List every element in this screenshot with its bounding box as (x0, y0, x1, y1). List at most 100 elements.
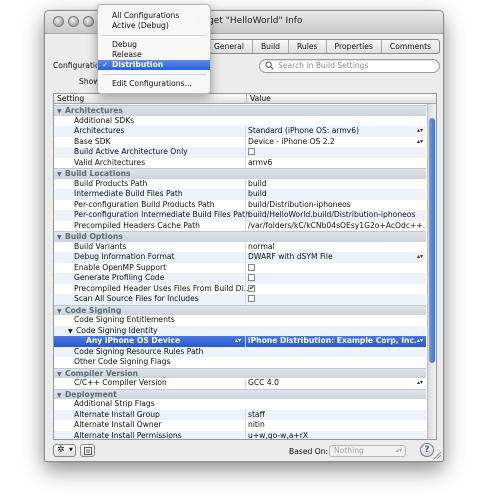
setting-value[interactable] (245, 147, 426, 158)
setting-value[interactable]: build (245, 189, 426, 200)
setting-value[interactable]: build/HelloWorld.build/Distribution-ipho… (245, 210, 426, 221)
setting-row[interactable]: Additional Strip Flags (54, 399, 426, 410)
group-row[interactable]: ▼ Code Signing (54, 304, 426, 315)
setting-value[interactable]: GCC 4.0 ▴▾ (245, 378, 426, 389)
tab-rules[interactable]: Rules (288, 40, 326, 53)
setting-row[interactable]: C/C++ Compiler Version GCC 4.0 ▴▾ (54, 378, 426, 389)
setting-row[interactable]: Base SDK Device - iPhone OS 2.2 ▴▾ (54, 136, 426, 148)
updown-arrows-icon[interactable]: ▴▾ (417, 336, 423, 347)
setting-row[interactable]: Generate Profiling Code (54, 273, 426, 284)
action-menu-button[interactable]: ✲ ▼ (53, 444, 76, 457)
tab-bar: General Build Rules Properties Comments (205, 39, 441, 54)
setting-name-text: Build Active Architecture Only (74, 147, 188, 156)
menu-item-distribution[interactable]: ✓ Distribution (98, 60, 210, 70)
tab-general[interactable]: General (206, 40, 252, 53)
checkbox[interactable] (248, 284, 255, 293)
setting-value[interactable]: armv6 (245, 157, 426, 168)
updown-arrows-icon[interactable]: ▴▾ (417, 378, 423, 389)
setting-row[interactable]: Other Code Signing Flags (54, 357, 426, 368)
minimize-window-icon[interactable] (68, 16, 79, 27)
setting-value[interactable] (245, 273, 426, 284)
tab-comments[interactable]: Comments (380, 40, 439, 53)
vertical-scrollbar[interactable] (427, 104, 436, 439)
setting-value-text: normal (248, 241, 275, 251)
setting-value[interactable]: DWARF with dSYM File ▴▾ (245, 252, 426, 263)
setting-row[interactable]: Additional SDKs (54, 116, 426, 127)
magnifier-icon (265, 61, 274, 70)
setting-value[interactable]: iPhone Distribution: Example Corp, Inc. ▴… (245, 336, 426, 347)
setting-row[interactable]: Scan All Source Files for Includes (54, 294, 426, 305)
setting-row[interactable]: Code Signing Resource Rules Path (54, 346, 426, 357)
menu-item-debug[interactable]: Debug (98, 40, 210, 50)
setting-row[interactable]: Precompiled Header Uses Files From Build… (54, 283, 426, 294)
setting-row[interactable]: Per-configuration Intermediate Build Fil… (54, 210, 426, 221)
setting-row[interactable]: Architectures Standard (iPhone OS: armv6)… (54, 126, 426, 137)
tab-properties[interactable]: Properties (325, 40, 381, 53)
setting-value-text: iPhone Distribution: Example Corp, Inc. (248, 336, 417, 345)
setting-row[interactable]: Intermediate Build Files Path build (54, 189, 426, 200)
updown-arrows-icon[interactable]: ▴▾ (235, 336, 241, 347)
setting-name-text: Build Variants (74, 241, 127, 251)
group-row[interactable]: ▼ Deployment (54, 388, 426, 399)
setting-row[interactable]: ▼ Code Signing Identity (54, 325, 426, 336)
setting-row[interactable]: Alternate Install Owner nitin (54, 420, 426, 431)
setting-value[interactable]: Standard (iPhone OS: armv6) ▴▾ (245, 126, 426, 137)
setting-value-text: DWARF with dSYM File (248, 252, 333, 261)
group-row[interactable]: ▼ Build Options (54, 231, 426, 242)
setting-value[interactable] (245, 294, 426, 305)
setting-row[interactable]: Any iPhone OS Device iPhone Distribution:… (54, 336, 426, 347)
setting-row[interactable]: Alternate Install Group staff (54, 409, 426, 420)
checkbox[interactable] (248, 274, 255, 281)
setting-value[interactable]: build/Distribution-iphoneos (245, 199, 426, 210)
setting-row[interactable]: Precompiled Headers Cache Path/var/folde… (54, 220, 426, 231)
column-header-value[interactable]: Value (246, 94, 436, 104)
menu-item-all-configurations[interactable]: All Configurations (98, 11, 210, 21)
updown-arrows-icon[interactable]: ▴▾ (417, 252, 423, 263)
setting-name-text: Precompiled Headers Cache Path (74, 220, 200, 230)
group-row[interactable]: ▼ Architectures (54, 105, 426, 116)
zoom-window-icon[interactable] (83, 16, 94, 27)
checkbox[interactable] (248, 148, 255, 155)
checkbox[interactable] (248, 295, 255, 302)
setting-row[interactable]: Valid Architectures armv6 (54, 157, 426, 169)
menu-item-release[interactable]: Release (98, 50, 210, 60)
close-window-icon[interactable] (53, 16, 64, 27)
group-row[interactable]: ▼ Build Locations (54, 168, 426, 179)
setting-value[interactable] (245, 262, 426, 273)
setting-name: C/C++ Compiler Version (54, 378, 264, 389)
setting-row[interactable]: Build Active Architecture Only (54, 147, 426, 158)
search-field[interactable]: Search in Build Settings (259, 59, 440, 73)
menu-item-edit-configurations[interactable]: Edit Configurations... (98, 79, 210, 89)
setting-row[interactable]: Per-configuration Build Products Path bui… (54, 199, 426, 210)
setting-row[interactable]: Build Variants normal (54, 241, 426, 252)
updown-arrows-icon[interactable]: ▴▾ (417, 137, 423, 148)
setting-name: Intermediate Build Files Path (54, 189, 264, 200)
setting-name: Valid Architectures (54, 158, 264, 169)
updown-arrows-icon[interactable]: ▴▾ (417, 126, 423, 137)
setting-value[interactable]: nitin (245, 420, 426, 431)
configuration-popup-menu: All Configurations Active (Debug) Debug … (97, 4, 211, 94)
setting-value[interactable]: build (245, 178, 426, 189)
setting-row[interactable]: Debug Information Format DWARF with dSYM … (54, 252, 426, 263)
setting-value[interactable]: staff (245, 409, 426, 420)
setting-value[interactable]: normal (245, 241, 426, 252)
setting-value[interactable] (245, 283, 426, 294)
setting-value[interactable]: /var/folders/kC/kCNb04sOEsy1G2o+AcOdc++.… (245, 220, 426, 231)
help-button[interactable]: ? (420, 443, 434, 457)
checkbox[interactable] (248, 263, 255, 271)
column-header-setting[interactable]: Setting (54, 94, 246, 104)
setting-row[interactable]: Code Signing Entitlements (54, 315, 426, 326)
setting-row[interactable]: Build Products Path build (54, 178, 426, 189)
setting-row[interactable]: Enable OpenMP Support (54, 262, 426, 273)
setting-value-text: build (248, 189, 267, 198)
tab-build[interactable]: Build (251, 40, 288, 53)
group-row[interactable]: ▼ Compiler Version (54, 367, 426, 378)
setting-name-text: Intermediate Build Files Path (74, 189, 183, 198)
based-on-value: Nothing (334, 446, 364, 455)
resize-grip-icon[interactable] (433, 451, 441, 459)
info-button[interactable] (80, 444, 95, 457)
setting-value[interactable]: Device - iPhone OS 2.2 ▴▾ (245, 136, 426, 148)
menu-item-active-debug[interactable]: Active (Debug) (98, 21, 210, 31)
scrollbar-thumb[interactable] (429, 118, 435, 363)
based-on-select[interactable]: Nothing ▴▾ (329, 445, 406, 457)
